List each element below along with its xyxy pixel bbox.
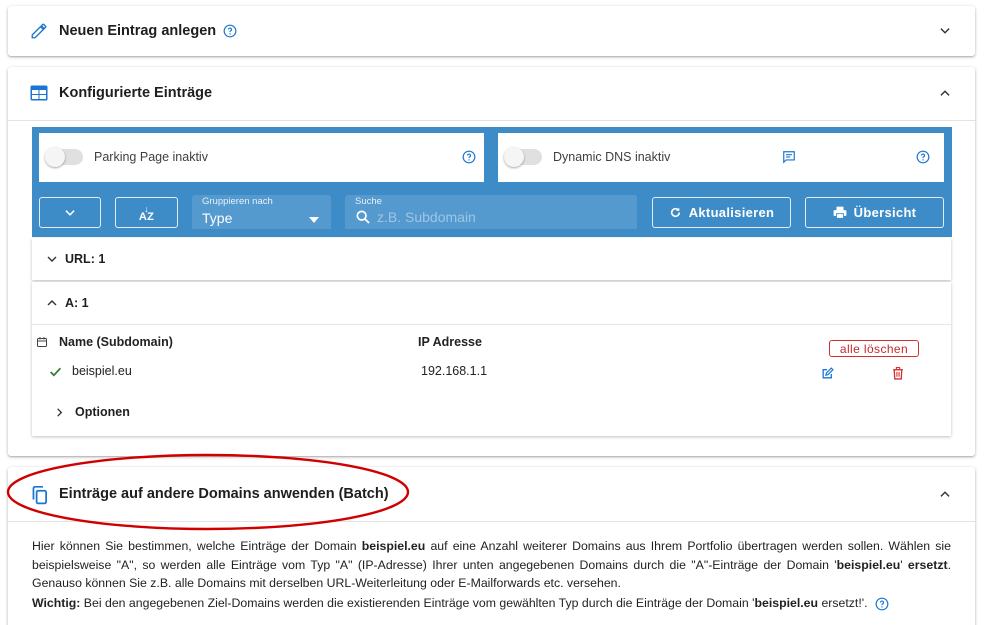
caret-down-icon (309, 210, 319, 228)
table-icon (29, 83, 49, 103)
warning-text: Bei den angegebenen Ziel-Domains werden … (80, 596, 755, 610)
calendar-icon (36, 335, 48, 353)
new-entry-title: Neuen Eintrag anlegen (59, 23, 237, 39)
parking-page-box: Parking Page inaktiv (39, 133, 484, 182)
overview-button[interactable]: Übersicht (805, 197, 944, 228)
chevron-up-icon (47, 300, 57, 306)
refresh-label: Aktualisieren (688, 205, 775, 220)
printer-icon (833, 206, 847, 219)
search-field[interactable]: Suche (345, 195, 637, 229)
batch-title: Einträge auf andere Domains anwenden (Ba… (59, 486, 389, 502)
pencil-icon (29, 21, 49, 41)
url-group-toggle[interactable]: URL: 1 (46, 238, 105, 280)
desc-text: Hier können Sie bestimmen, welche Einträ… (32, 539, 362, 553)
divider (8, 120, 975, 121)
edit-icon[interactable] (821, 367, 834, 385)
desc-domain: beispiel.eu (361, 539, 426, 553)
group-by-select[interactable]: Gruppieren nach Type (192, 195, 331, 229)
new-entry-title-text: Neuen Eintrag anlegen (59, 23, 217, 39)
a-group-toggle[interactable]: A: 1 (46, 282, 89, 324)
warning-domain: beispiel.eu (754, 596, 819, 610)
row-name: beispiel.eu (72, 364, 132, 378)
configured-entries-card: Konfigurierte Einträge Parking Page inak… (8, 67, 975, 456)
copy-icon (29, 485, 49, 505)
help-icon[interactable] (462, 150, 476, 164)
divider (8, 521, 975, 522)
chevron-right-icon (57, 407, 63, 417)
options-label: Optionen (75, 405, 130, 419)
overview-label: Übersicht (853, 205, 917, 220)
sort-icon-text: AZ (138, 210, 155, 223)
desc-domain: beispiel.eu (836, 557, 901, 572)
trash-icon[interactable] (892, 367, 904, 385)
chevron-down-icon (65, 209, 75, 216)
new-entry-card: Neuen Eintrag anlegen (8, 6, 975, 56)
group-by-value: Type (202, 210, 233, 226)
batch-card: Einträge auf andere Domains anwenden (Ba… (8, 467, 975, 625)
dynamic-dns-label: Dynamic DNS inaktiv (553, 150, 671, 164)
url-group: URL: 1 (32, 238, 951, 280)
sort-alpha-icon: ↓ AZ (138, 203, 155, 223)
parking-page-toggle[interactable] (45, 147, 83, 167)
batch-warning: Wichtig: Bei den angegebenen Ziel-Domain… (32, 596, 951, 611)
comment-icon[interactable] (782, 150, 796, 169)
sort-button[interactable]: ↓ AZ (115, 197, 178, 228)
help-icon[interactable] (916, 150, 930, 164)
warning-text: ersetzt!'. (818, 596, 868, 610)
toolbar-panel: Parking Page inaktiv Dynamic DNS inaktiv… (32, 127, 952, 237)
batch-header[interactable]: Einträge auf andere Domains anwenden (Ba… (8, 467, 975, 521)
chevron-up-icon[interactable] (937, 85, 953, 101)
table-header: Name (Subdomain) IP Adresse alle löschen (32, 330, 951, 360)
expand-all-button[interactable] (39, 197, 101, 228)
column-header-name: Name (Subdomain) (59, 335, 173, 349)
desc-text: ' (900, 557, 908, 572)
warning-label: Wichtig: (32, 596, 81, 610)
row-ip: 192.168.1.1 (421, 364, 488, 378)
search-input[interactable] (377, 207, 627, 227)
help-icon[interactable] (875, 597, 889, 611)
help-icon[interactable] (223, 24, 237, 38)
chevron-up-icon[interactable] (937, 486, 953, 502)
check-icon (49, 365, 62, 383)
divider (32, 324, 951, 325)
delete-all-button[interactable]: alle löschen (829, 340, 919, 357)
parking-page-label: Parking Page inaktiv (94, 150, 208, 164)
chevron-down-icon[interactable] (937, 23, 953, 39)
batch-description: Hier können Sie bestimmen, welche Einträ… (32, 537, 951, 593)
options-toggle[interactable]: Optionen (54, 402, 130, 422)
configured-entries-header[interactable]: Konfigurierte Einträge (8, 67, 975, 119)
search-icon (355, 209, 371, 230)
refresh-icon (670, 207, 680, 218)
table-row: beispiel.eu 192.168.1.1 (32, 362, 951, 392)
desc-emphasis: ersetzt (907, 557, 948, 572)
column-header-ip: IP Adresse (418, 335, 482, 349)
refresh-button[interactable]: Aktualisieren (652, 197, 791, 228)
configured-entries-title: Konfigurierte Einträge (59, 85, 213, 101)
dynamic-dns-toggle[interactable] (504, 147, 542, 167)
new-entry-header[interactable]: Neuen Eintrag anlegen (8, 6, 975, 56)
chevron-down-icon (47, 256, 57, 262)
url-group-label: URL: 1 (65, 252, 106, 266)
dynamic-dns-box: Dynamic DNS inaktiv (498, 133, 944, 182)
a-group: A: 1 Name (Subdomain) IP Adresse alle lö… (32, 282, 951, 436)
search-label: Suche (355, 196, 382, 207)
a-group-label: A: 1 (65, 296, 89, 310)
group-by-label: Gruppieren nach (202, 196, 273, 207)
